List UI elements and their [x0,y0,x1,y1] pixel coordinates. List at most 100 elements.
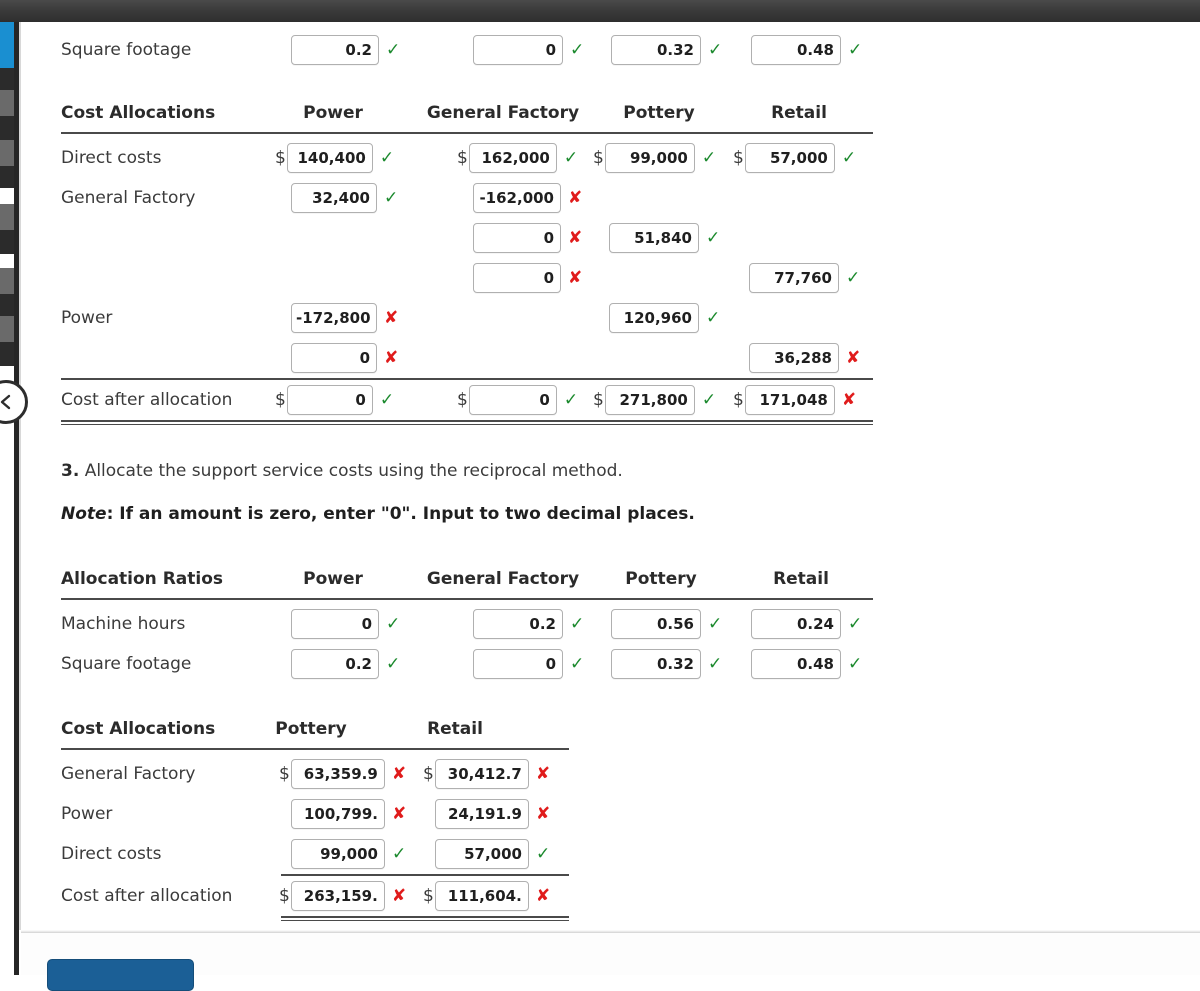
sidebar-item-11[interactable] [0,294,14,316]
amount-input[interactable]: 51,840 [609,223,699,253]
amount-input[interactable]: 120,960 [609,303,699,333]
question-block: 3. Allocate the support service costs us… [61,425,921,526]
amount-input[interactable]: 99,000 [604,143,695,173]
chevron-left-icon [0,393,15,411]
amount-input[interactable]: 140,400 [286,143,373,173]
amount-input[interactable]: 32,400 [291,183,377,213]
sidebar-item-8[interactable] [0,230,14,254]
cost-allocations-table-1: Cost Allocations Power General Factory Pott… [61,70,921,425]
amount-input[interactable]: 0.48 [751,649,841,680]
correct-check-icon: ✓ [570,653,585,674]
column-header: Retail [427,719,483,740]
incorrect-x-icon: ✘ [384,347,399,368]
table-cell: 24,191.9 ✘ [435,794,550,834]
table-cell: 0 ✓ [473,30,584,70]
amount-input[interactable]: 263,159. [290,881,385,912]
correct-check-icon: ✓ [848,653,863,674]
row-label: General Factory [61,188,196,208]
sidebar-item-2[interactable] [0,90,14,116]
amount-input[interactable]: 0.2 [291,649,379,680]
amount-input[interactable]: 0 [473,649,563,680]
incorrect-x-icon: ✘ [535,763,551,784]
table-cell: $171,048 ✘ [733,380,856,420]
submit-button[interactable] [47,959,194,991]
table-title: Allocation Ratios [61,569,224,590]
amount-input[interactable]: 271,800 [604,385,695,415]
sidebar-item-13[interactable] [0,342,14,366]
footer-bar [21,933,1200,975]
amount-input[interactable]: 0 [473,223,561,253]
row-label: Power [61,804,113,825]
correct-check-icon: ✓ [563,389,579,410]
sidebar-item-0[interactable] [0,22,14,68]
amount-input[interactable]: -172,800 [291,303,377,333]
amount-input[interactable]: 0.24 [751,609,841,640]
currency-symbol: $ [279,764,290,785]
incorrect-x-icon: ✘ [846,347,861,368]
sidebar-item-9[interactable] [0,254,14,268]
table-cell: $57,000 ✓ [733,138,856,178]
table-cell: 0.2 ✓ [291,644,400,684]
amount-input[interactable]: 0 [291,343,377,373]
amount-input[interactable]: 57,000 [744,143,835,173]
total-rule-bottom-1 [281,916,569,919]
amount-input[interactable]: -162,000 [473,183,561,213]
table-cell: $140,400 ✓ [275,138,394,178]
incorrect-x-icon: ✘ [568,187,583,208]
amount-input[interactable]: 0.48 [751,35,841,65]
table-row: Direct costs 99,000 ✓ 57,000 ✓ [61,834,921,874]
sidebar-nav-rail[interactable] [0,22,14,930]
amount-input[interactable]: 63,359.9 [290,759,385,790]
sidebar-item-10[interactable] [0,268,14,294]
table-cell: $0 ✓ [275,380,394,420]
correct-check-icon: ✓ [841,147,857,168]
amount-input[interactable]: 0 [291,609,379,640]
header-rule [61,748,569,751]
correct-check-icon: ✓ [386,653,401,674]
row-label: Power [61,308,113,328]
sidebar-item-7[interactable] [0,204,14,230]
sidebar-item-6[interactable] [0,188,14,204]
amount-input[interactable]: 0 [473,35,563,65]
table-cell: -172,800 ✘ [291,298,398,338]
table-row: Machine hours 0 ✓ 0.2 ✓ 0.56 ✓ 0.24 ✓ [61,604,921,644]
table-cell: $63,359.9 ✘ [279,754,406,794]
sidebar-item-3[interactable] [0,116,14,140]
amount-input[interactable]: 0 [468,385,557,415]
table-cell: 51,840 ✓ [609,218,720,258]
amount-input[interactable]: 99,000 [291,839,385,870]
correct-check-icon: ✓ [848,39,863,60]
currency-symbol: $ [275,148,286,168]
header-rule [61,132,873,134]
amount-input[interactable]: 171,048 [744,385,835,415]
amount-input[interactable]: 0.32 [611,649,701,680]
sidebar-item-12[interactable] [0,316,14,342]
amount-input[interactable]: 24,191.9 [435,799,529,830]
column-header: General Factory [426,569,580,590]
amount-input[interactable]: 0.32 [611,35,701,65]
sidebar-item-4[interactable] [0,140,14,166]
amount-input[interactable]: 36,288 [749,343,839,373]
correct-check-icon: ✓ [536,843,551,864]
amount-input[interactable]: 0.2 [291,35,379,65]
table-cell: 0.32 ✓ [611,30,722,70]
sidebar-item-5[interactable] [0,166,14,188]
amount-input[interactable]: 162,000 [468,143,557,173]
amount-input[interactable]: 0.2 [473,609,563,640]
correct-check-icon: ✓ [848,613,863,634]
amount-input[interactable]: 0.56 [611,609,701,640]
currency-symbol: $ [733,390,744,410]
amount-input[interactable]: 0 [286,385,373,415]
incorrect-x-icon: ✘ [384,307,399,328]
table-cell: 0.24 ✓ [751,604,862,644]
amount-input[interactable]: 100,799. [291,799,385,830]
table-cell: $111,604. ✘ [423,876,550,916]
amount-input[interactable]: 57,000 [435,839,529,870]
table-cell: 99,000 ✓ [291,834,406,874]
sidebar-item-1[interactable] [0,68,14,90]
amount-input[interactable]: 30,412.7 [434,759,529,790]
amount-input[interactable]: 0 [473,263,561,293]
amount-input[interactable]: 77,760 [749,263,839,293]
row-label: Machine hours [61,614,186,635]
amount-input[interactable]: 111,604. [434,881,529,912]
